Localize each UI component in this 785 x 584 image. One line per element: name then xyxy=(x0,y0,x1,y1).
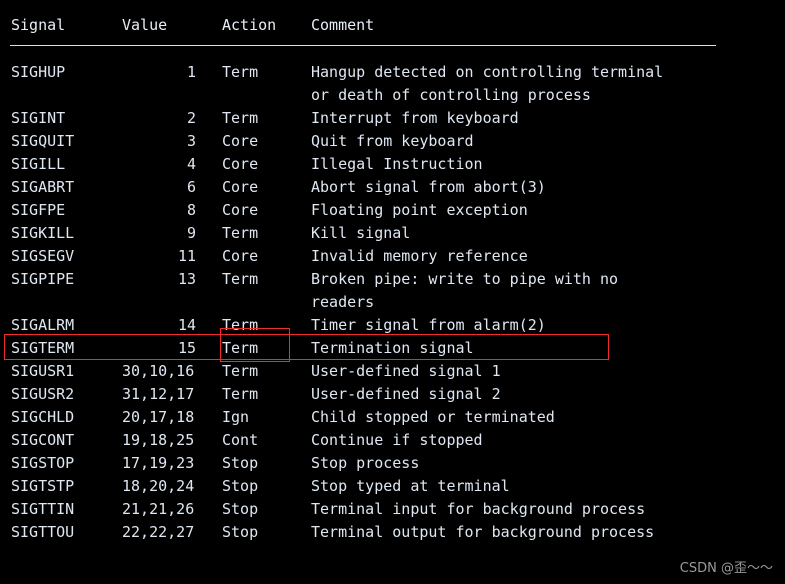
signal-action-sigtstp: Stop xyxy=(222,477,259,495)
signal-action-sigpipe: Term xyxy=(222,270,259,288)
signal-comment-sigill: Illegal Instruction xyxy=(311,155,483,173)
signal-action-sighup: Term xyxy=(222,63,259,81)
signal-comment-sigcont: Continue if stopped xyxy=(311,431,483,449)
signal-action-sigalrm: Term xyxy=(222,316,259,334)
signal-comment-sigpipe: Broken pipe: write to pipe with no xyxy=(311,270,619,288)
signal-value-sigkill: 9 xyxy=(186,224,196,242)
signal-action-sigusr1: Term xyxy=(222,362,259,380)
signal-action-sigsegv: Core xyxy=(222,247,259,265)
signal-comment-sigquit: Quit from keyboard xyxy=(311,132,474,150)
signal-action-sigterm: Term xyxy=(222,339,259,357)
signal-value-sigttou: 22,22,27 xyxy=(122,523,195,541)
signal-action-sigttou: Stop xyxy=(222,523,259,541)
column-header-comment: Comment xyxy=(311,16,375,34)
terminal-output: Signal Value Action Comment SIGHUP 1 Term H… xyxy=(0,0,785,584)
signal-name-sigfpe: SIGFPE xyxy=(11,201,66,219)
signal-action-sigint: Term xyxy=(222,109,259,127)
signal-value-sigusr1: 30,10,16 xyxy=(122,362,195,380)
signal-name-sigtstp: SIGTSTP xyxy=(11,477,75,495)
signal-action-sigcont: Cont xyxy=(222,431,259,449)
signal-action-sigttin: Stop xyxy=(222,500,259,518)
signal-name-sigpipe: SIGPIPE xyxy=(11,270,75,288)
header-separator-rule xyxy=(10,45,716,46)
signal-comment-sigusr2: User-defined signal 2 xyxy=(311,385,501,403)
signal-value-sigint: 2 xyxy=(186,109,196,127)
signal-name-sigint: SIGINT xyxy=(11,109,66,127)
signal-name-sigterm: SIGTERM xyxy=(11,339,75,357)
signal-comment-sigtstp: Stop typed at terminal xyxy=(311,477,510,495)
signal-action-sigchld: Ign xyxy=(222,408,250,426)
signal-comment-sigttin: Terminal input for background process xyxy=(311,500,646,518)
signal-name-sigttou: SIGTTOU xyxy=(11,523,75,541)
signal-name-sigusr1: SIGUSR1 xyxy=(11,362,75,380)
signal-value-sigcont: 19,18,25 xyxy=(122,431,195,449)
signal-name-sigusr2: SIGUSR2 xyxy=(11,385,75,403)
signal-comment-sigstop: Stop process xyxy=(311,454,420,472)
signal-action-sigusr2: Term xyxy=(222,385,259,403)
signal-action-sigkill: Term xyxy=(222,224,259,242)
signal-comment-sigint: Interrupt from keyboard xyxy=(311,109,519,127)
signal-value-sigstop: 17,19,23 xyxy=(122,454,195,472)
signal-action-sigquit: Core xyxy=(222,132,259,150)
signal-comment-sigalrm: Timer signal from alarm(2) xyxy=(311,316,546,334)
signal-comment-continuation-sigpipe: readers xyxy=(311,293,375,311)
signal-name-sigsegv: SIGSEGV xyxy=(11,247,75,265)
column-header-value: Value xyxy=(122,16,168,34)
signal-value-sigusr2: 31,12,17 xyxy=(122,385,195,403)
signal-value-sighup: 1 xyxy=(186,63,196,81)
signal-action-sigabrt: Core xyxy=(222,178,259,196)
signal-value-sigterm: 15 xyxy=(177,339,196,357)
signal-value-sigfpe: 8 xyxy=(186,201,196,219)
signal-name-sigabrt: SIGABRT xyxy=(11,178,75,196)
signal-value-sigsegv: 11 xyxy=(177,247,196,265)
signal-action-sigill: Core xyxy=(222,155,259,173)
signal-comment-sigfpe: Floating point exception xyxy=(311,201,528,219)
signal-value-sigalrm: 14 xyxy=(177,316,196,334)
signal-name-sigstop: SIGSTOP xyxy=(11,454,75,472)
signal-value-sigpipe: 13 xyxy=(177,270,196,288)
signal-value-sigabrt: 6 xyxy=(186,178,196,196)
signal-comment-sigsegv: Invalid memory reference xyxy=(311,247,528,265)
signal-name-sigttin: SIGTTIN xyxy=(11,500,75,518)
column-header-action: Action xyxy=(222,16,277,34)
signal-comment-sigttou: Terminal output for background process xyxy=(311,523,655,541)
signal-comment-sighup: Hangup detected on controlling terminal xyxy=(311,63,664,81)
signal-comment-sigterm: Termination signal xyxy=(311,339,474,357)
csdn-watermark: CSDN @歪～～ xyxy=(679,561,773,576)
signal-name-sigill: SIGILL xyxy=(11,155,66,173)
signal-value-sigtstp: 18,20,24 xyxy=(122,477,195,495)
signal-name-sigalrm: SIGALRM xyxy=(11,316,75,334)
signal-value-sigchld: 20,17,18 xyxy=(122,408,195,426)
signal-value-sigill: 4 xyxy=(186,155,196,173)
signal-value-sigttin: 21,21,26 xyxy=(122,500,195,518)
signal-comment-sigabrt: Abort signal from abort(3) xyxy=(311,178,546,196)
signal-comment-sigkill: Kill signal xyxy=(311,224,411,242)
signal-action-sigfpe: Core xyxy=(222,201,259,219)
signal-action-sigstop: Stop xyxy=(222,454,259,472)
signal-comment-continuation-sighup: or death of controlling process xyxy=(311,86,591,104)
signal-name-sigcont: SIGCONT xyxy=(11,431,75,449)
signal-name-sigkill: SIGKILL xyxy=(11,224,75,242)
signal-comment-sigchld: Child stopped or terminated xyxy=(311,408,555,426)
signal-value-sigquit: 3 xyxy=(186,132,196,150)
highlight-box-sigalrm-row xyxy=(4,334,609,360)
signal-name-sighup: SIGHUP xyxy=(11,63,66,81)
column-header-signal: Signal xyxy=(11,16,66,34)
signal-name-sigchld: SIGCHLD xyxy=(11,408,75,426)
signal-name-sigquit: SIGQUIT xyxy=(11,132,75,150)
signal-comment-sigusr1: User-defined signal 1 xyxy=(311,362,501,380)
